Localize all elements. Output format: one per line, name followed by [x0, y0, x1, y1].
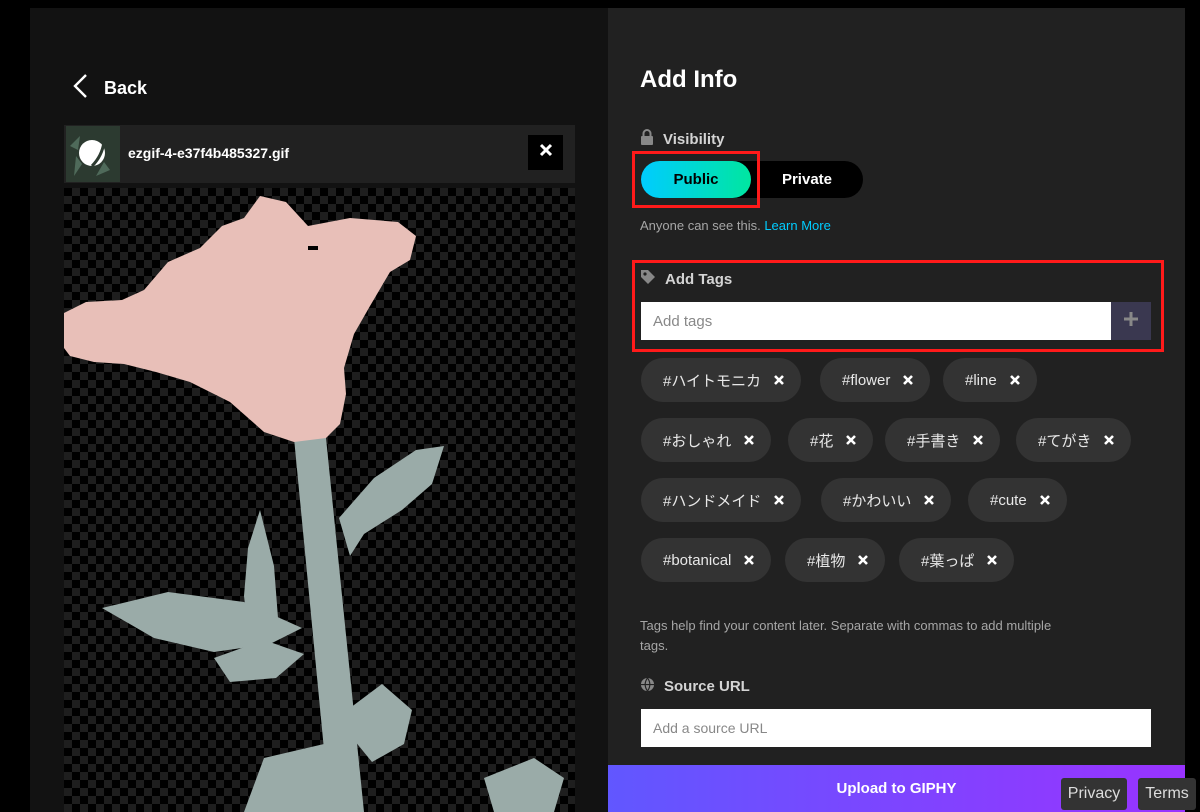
close-icon[interactable] [1009, 374, 1021, 386]
close-icon [539, 143, 553, 162]
leaf [484, 758, 564, 812]
leaf [339, 446, 444, 556]
close-icon[interactable] [773, 494, 785, 506]
close-icon[interactable] [743, 434, 755, 446]
tag-chip[interactable]: #cute [968, 478, 1067, 522]
file-thumbnail [66, 126, 120, 182]
add-tag-button[interactable] [1111, 302, 1151, 340]
remove-file-button[interactable] [528, 135, 563, 170]
close-icon[interactable] [923, 494, 935, 506]
tag-chip[interactable]: #手書き [885, 418, 1001, 462]
file-name: ezgif-4-e37f4b485327.gif [128, 145, 290, 161]
tag-chip[interactable]: #flower [820, 358, 931, 402]
tag-chip[interactable]: #植物 [785, 538, 886, 582]
visibility-toggle: Public Private [641, 161, 863, 198]
tag-input[interactable] [641, 302, 1111, 340]
tag-chip[interactable]: #ハンドメイド [641, 478, 802, 522]
flower-petal [64, 196, 416, 442]
right-panel: Add Info Visibility Public Private Anyon… [608, 8, 1185, 812]
visibility-label: Visibility [640, 129, 724, 149]
close-icon[interactable] [1103, 434, 1115, 446]
left-panel: Back ezgif-4-e37f4b485327.gif [30, 8, 608, 812]
tags-label: Add Tags [640, 269, 732, 289]
private-option[interactable]: Private [751, 161, 863, 198]
close-icon[interactable] [743, 554, 755, 566]
tag-chip[interactable]: #ハイトモニカ [641, 358, 802, 402]
file-bar: ezgif-4-e37f4b485327.gif [64, 125, 575, 183]
learn-more-link[interactable]: Learn More [764, 218, 830, 233]
close-icon[interactable] [773, 374, 785, 386]
tag-chip[interactable]: #かわいい [821, 478, 952, 522]
source-url-label: Source URL [640, 677, 750, 696]
back-label: Back [104, 77, 148, 98]
tag-chip[interactable]: #葉っぱ [899, 538, 1015, 582]
privacy-link[interactable]: Privacy [1061, 778, 1127, 810]
chevron-left-icon [70, 72, 90, 105]
panel-title: Add Info [640, 66, 738, 93]
globe-icon [640, 677, 664, 696]
tag-chip[interactable]: #line [943, 358, 1037, 402]
terms-link[interactable]: Terms [1138, 778, 1196, 810]
tag-chip[interactable]: #おしゃれ [641, 418, 772, 462]
lock-icon [640, 129, 663, 149]
visibility-help: Anyone can see this. Learn More [640, 218, 831, 233]
tag-icon [640, 269, 665, 289]
close-icon[interactable] [902, 374, 914, 386]
leaf [350, 684, 412, 762]
close-icon[interactable] [972, 434, 984, 446]
close-icon[interactable] [857, 554, 869, 566]
source-url-input[interactable] [641, 709, 1151, 747]
close-icon[interactable] [1039, 494, 1051, 506]
tag-chip[interactable]: #てがき [1016, 418, 1132, 462]
tag-chip[interactable]: #botanical [641, 538, 772, 582]
public-option[interactable]: Public [641, 161, 751, 198]
tags-help: Tags help find your content later. Separ… [640, 618, 1052, 653]
plus-icon [1123, 311, 1139, 332]
back-button[interactable]: Back [70, 70, 147, 106]
tag-chip[interactable]: #花 [788, 418, 874, 462]
close-icon[interactable] [845, 434, 857, 446]
leaf [244, 744, 334, 812]
close-icon[interactable] [986, 554, 998, 566]
gif-preview [64, 188, 575, 812]
